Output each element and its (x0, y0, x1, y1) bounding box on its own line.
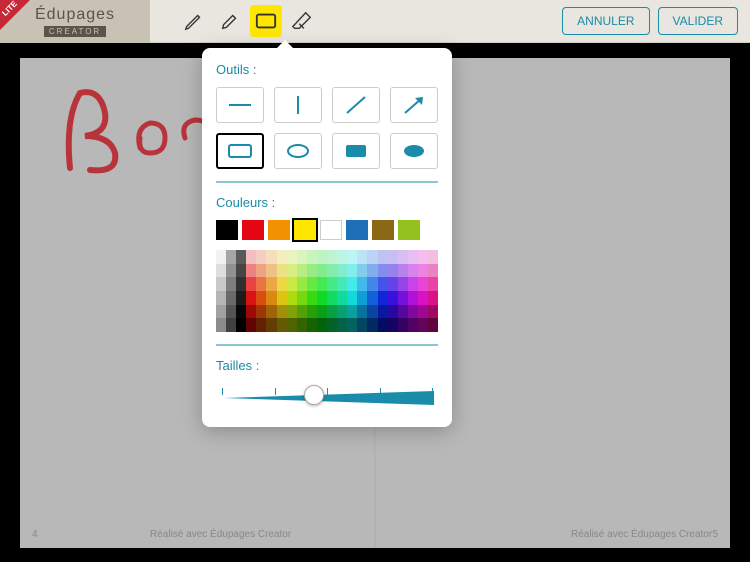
rectangle-icon (255, 12, 277, 30)
toolbar: LITE Édupages CREATOR ANNULER VALIDER (0, 0, 750, 43)
sizes-section-label: Tailles : (216, 358, 438, 373)
swatch-row (216, 220, 438, 240)
colors-section-label: Couleurs : (216, 195, 438, 210)
vline-icon (283, 93, 313, 117)
shape-dline[interactable] (332, 87, 380, 123)
color-swatch[interactable] (346, 220, 368, 240)
logo-subtitle: CREATOR (44, 26, 106, 37)
size-wedge-icon (224, 391, 434, 405)
highlighter-tool[interactable] (214, 5, 246, 37)
color-swatch[interactable] (372, 220, 394, 240)
size-thumb[interactable] (304, 385, 324, 405)
ellipse-fill-icon (399, 141, 429, 161)
tool-group (178, 5, 318, 37)
left-page-number: 4 (32, 529, 38, 540)
pen-tool[interactable] (178, 5, 210, 37)
eraser-tool[interactable] (286, 5, 318, 37)
shape-grid (216, 87, 438, 169)
right-page-number: 5 (712, 529, 718, 540)
action-group: ANNULER VALIDER (562, 7, 738, 35)
color-swatch[interactable] (398, 220, 420, 240)
shape-rect[interactable] (216, 133, 264, 169)
divider-1 (216, 181, 438, 183)
shape-hline[interactable] (216, 87, 264, 123)
logo-title: Édupages (35, 6, 115, 24)
shape-tool-popover: Outils : Couleurs : Tailles : (202, 48, 452, 427)
highlighter-icon (219, 10, 241, 32)
shape-arrow[interactable] (390, 87, 438, 123)
shape-rect-fill[interactable] (332, 133, 380, 169)
tools-section-label: Outils : (216, 62, 438, 77)
color-swatch[interactable] (294, 220, 316, 240)
cancel-button[interactable]: ANNULER (562, 7, 649, 35)
shape-ellipse-fill[interactable] (390, 133, 438, 169)
color-swatch[interactable] (268, 220, 290, 240)
arrow-icon (399, 93, 429, 117)
shape-vline[interactable] (274, 87, 322, 123)
rect-icon (225, 141, 255, 161)
app-logo: LITE Édupages CREATOR (0, 0, 150, 43)
rect-fill-icon (341, 141, 371, 161)
color-swatch[interactable] (216, 220, 238, 240)
dline-icon (341, 93, 371, 117)
ellipse-icon (283, 141, 313, 161)
shape-tool[interactable] (250, 5, 282, 37)
color-palette[interactable] (216, 250, 438, 332)
shape-ellipse[interactable] (274, 133, 322, 169)
color-swatch[interactable] (320, 220, 342, 240)
confirm-button[interactable]: VALIDER (658, 7, 738, 35)
left-page-credit: Réalisé avec Édupages Creator (150, 529, 291, 540)
divider-2 (216, 344, 438, 346)
right-page-credit: Réalisé avec Édupages Creator (571, 529, 712, 540)
pen-icon (183, 10, 205, 32)
eraser-icon (291, 10, 313, 32)
size-slider[interactable] (216, 383, 438, 413)
color-swatch[interactable] (242, 220, 264, 240)
size-tick (222, 388, 223, 395)
hline-icon (225, 95, 255, 115)
